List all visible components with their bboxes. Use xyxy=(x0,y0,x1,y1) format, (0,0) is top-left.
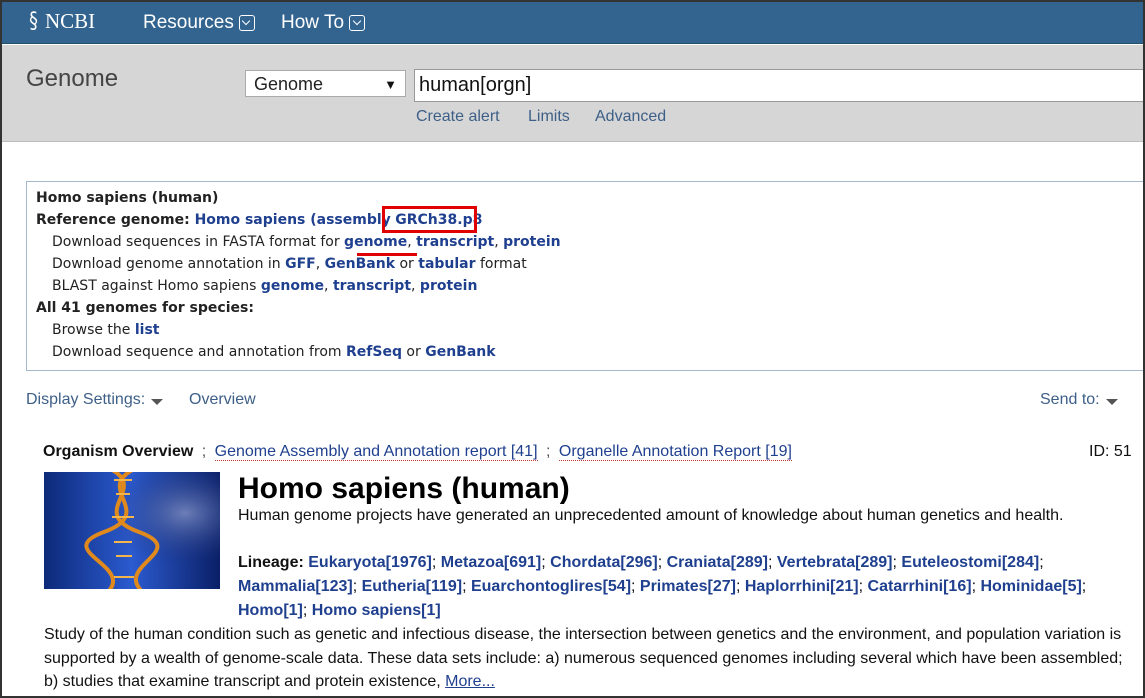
blast-transcript-link[interactable]: transcript xyxy=(333,278,411,294)
organelle-report-link[interactable]: Organelle Annotation Report [19] xyxy=(558,443,792,461)
page-frame: § NCBI Resources How To Genome Genome ▼ … xyxy=(0,0,1145,698)
fasta-genome-link[interactable]: genome xyxy=(344,234,407,250)
lineage-label: Lineage: xyxy=(238,554,304,571)
assembly-highlight-box xyxy=(382,206,477,233)
lineage: Lineage: Eukaryota[1976]; Metazoa[691]; … xyxy=(238,554,1087,619)
lineage-link[interactable]: Homo sapiens[1] xyxy=(312,602,441,619)
display-settings[interactable]: Display Settings: xyxy=(26,391,164,409)
summary-text: Study of the human condition such as gen… xyxy=(44,626,1123,690)
gff-link[interactable]: GFF xyxy=(285,256,316,272)
dropdown-arrow-icon: ▼ xyxy=(384,77,397,92)
fasta-transcript-link[interactable]: transcript xyxy=(416,234,494,250)
chevron-down-icon xyxy=(238,15,255,31)
search-bar: Genome Genome ▼ human[orgn] Create alert… xyxy=(2,45,1143,142)
send-to-label: Send to: xyxy=(1040,391,1100,408)
send-to-menu[interactable]: Send to: xyxy=(1040,391,1118,409)
organism-overview-tab: Organism Overview xyxy=(43,443,194,460)
reference-assembly-link[interactable]: Homo sapiens (assembly xyxy=(195,212,391,228)
lineage-link[interactable]: Haplorrhini[21] xyxy=(745,578,859,595)
dna-helix-image xyxy=(44,472,220,589)
overview-tabs: Organism Overview ; Genome Assembly and … xyxy=(43,443,792,461)
refbox-annotation: Download genome annotation in GFF, GenBa… xyxy=(52,256,527,272)
refbox-species: Homo sapiens (human) xyxy=(36,190,219,206)
refbox-download: Download sequence and annotation from Re… xyxy=(52,344,496,360)
refbox-all-genomes: All 41 genomes for species: xyxy=(36,300,254,316)
refbox-browse: Browse the list xyxy=(52,322,160,338)
refbox-fasta: Download sequences in FASTA format for g… xyxy=(52,234,561,250)
chevron-down-icon xyxy=(349,15,366,31)
lineage-link[interactable]: Metazoa[691] xyxy=(441,554,541,571)
ncbi-logo[interactable]: § NCBI xyxy=(28,9,95,34)
genome-highlight-underline xyxy=(357,253,417,256)
lineage-link[interactable]: Primates[27] xyxy=(640,578,736,595)
howto-label: How To xyxy=(281,12,345,33)
resources-menu[interactable]: Resources xyxy=(143,12,255,34)
more-link[interactable]: More... xyxy=(445,673,495,690)
genbank-link[interactable]: GenBank xyxy=(425,344,495,360)
blast-protein-link[interactable]: protein xyxy=(420,278,478,294)
refbox-blast: BLAST against Homo sapiens genome, trans… xyxy=(52,278,478,294)
lineage-link[interactable]: Mammalia[123] xyxy=(238,578,353,595)
advanced-link[interactable]: Advanced xyxy=(595,108,666,126)
resources-label: Resources xyxy=(143,12,234,33)
caret-down-icon xyxy=(1105,399,1118,405)
lineage-link[interactable]: Eutheria[119] xyxy=(362,578,462,595)
lineage-link[interactable]: Chordata[296] xyxy=(550,554,658,571)
ncbi-logo-text: NCBI xyxy=(45,9,96,33)
organism-description: Human genome projects have generated an … xyxy=(238,507,1064,524)
search-input[interactable]: human[orgn] xyxy=(414,69,1143,102)
howto-menu[interactable]: How To xyxy=(281,12,366,34)
lineage-link[interactable]: Euarchontoglires[54] xyxy=(471,578,631,595)
create-alert-link[interactable]: Create alert xyxy=(416,108,500,126)
lineage-link[interactable]: Vertebrata[289] xyxy=(777,554,893,571)
blast-genome-link[interactable]: genome xyxy=(261,278,324,294)
database-select[interactable]: Genome ▼ xyxy=(245,70,406,97)
assembly-report-link[interactable]: Genome Assembly and Annotation report [4… xyxy=(214,443,538,461)
overview-label: Overview xyxy=(189,391,256,408)
lineage-link[interactable]: Euteleostomi[284] xyxy=(901,554,1039,571)
lineage-link[interactable]: Hominidae[5] xyxy=(980,578,1081,595)
ncbi-header: § NCBI Resources How To xyxy=(2,2,1143,44)
reference-genome-box: Homo sapiens (human) Reference genome: H… xyxy=(26,181,1143,371)
display-settings-label: Display Settings: xyxy=(26,391,146,408)
tabular-link[interactable]: tabular xyxy=(418,256,475,272)
organism-summary: Study of the human condition such as gen… xyxy=(44,623,1139,694)
caret-down-icon xyxy=(151,399,164,405)
browse-list-link[interactable]: list xyxy=(135,322,160,338)
lineage-link[interactable]: Homo[1] xyxy=(238,602,303,619)
limits-link[interactable]: Limits xyxy=(528,108,570,126)
fasta-protein-link[interactable]: protein xyxy=(503,234,561,250)
refseq-link[interactable]: RefSeq xyxy=(346,344,402,360)
lineage-link[interactable]: Craniata[289] xyxy=(667,554,768,571)
genbank-annotation-link[interactable]: GenBank xyxy=(325,256,395,272)
lineage-link[interactable]: Eukaryota[1976] xyxy=(308,554,432,571)
lineage-link[interactable]: Catarrhini[16] xyxy=(868,578,972,595)
database-select-value: Genome xyxy=(254,74,324,94)
record-id: ID: 51 xyxy=(1089,443,1132,460)
organism-name: Homo sapiens (human) xyxy=(238,472,570,505)
database-title: Genome xyxy=(26,65,119,92)
ncbi-helix-icon: § xyxy=(29,9,38,34)
